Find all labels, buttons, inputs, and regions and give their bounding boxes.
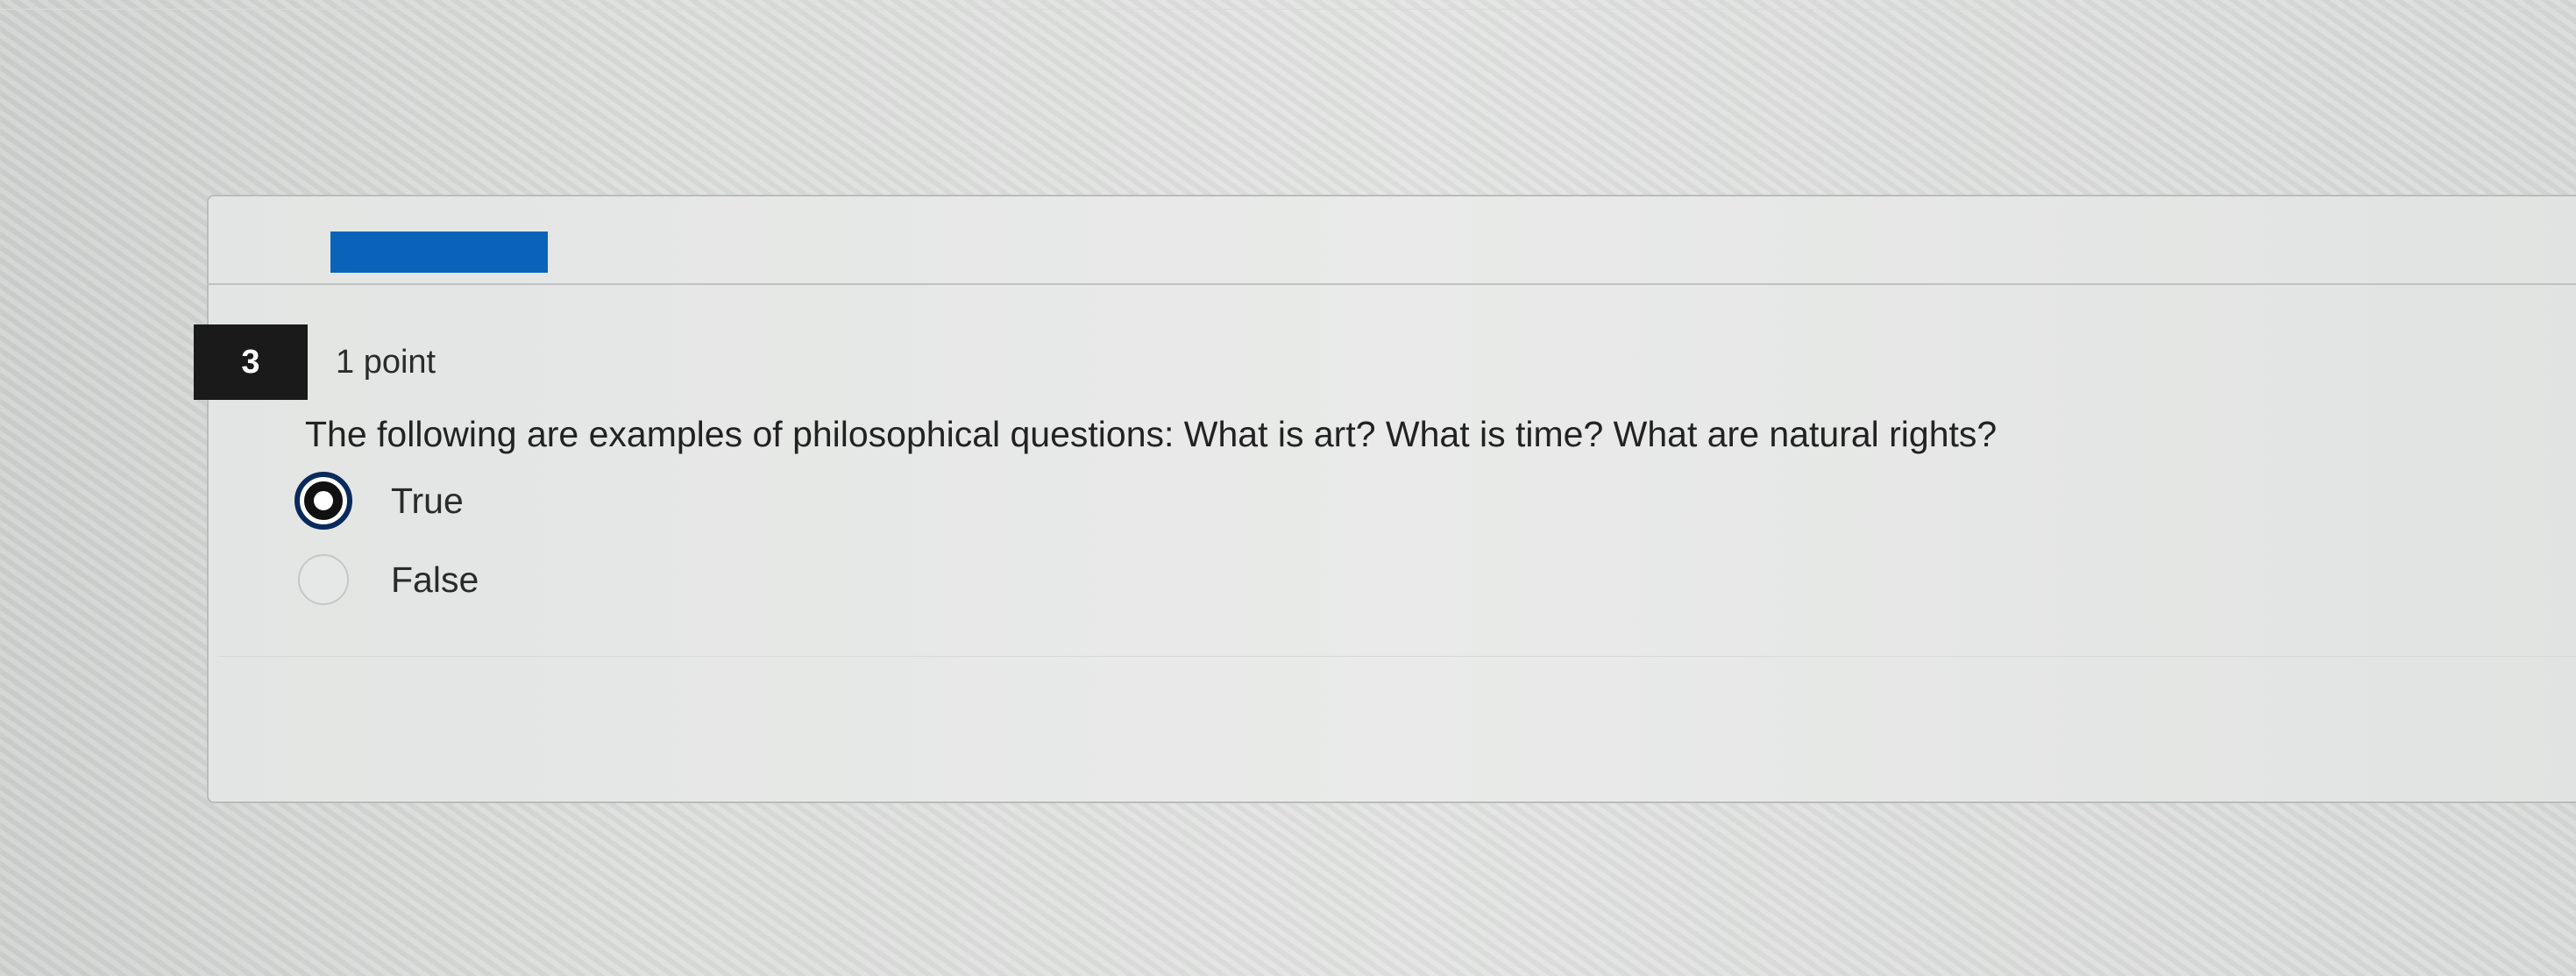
card-header-divider <box>207 283 2576 285</box>
question-text: The following are examples of philosophi… <box>305 414 1998 454</box>
card-footer-divider <box>219 656 2576 657</box>
question-number-badge: 3 <box>194 324 308 400</box>
question-points: 1 point <box>336 344 436 381</box>
option-false-label: False <box>391 559 479 600</box>
radio-true-selected[interactable] <box>295 472 352 530</box>
question-header-bar <box>330 232 548 273</box>
page-top-divider <box>0 9 2576 10</box>
radio-false-unselected[interactable] <box>298 554 349 605</box>
option-true[interactable]: True <box>295 472 464 530</box>
option-false[interactable]: False <box>295 554 479 605</box>
radio-selected-indicator-icon <box>304 481 343 520</box>
question-card <box>207 195 2576 803</box>
option-true-label: True <box>391 480 464 521</box>
question-number: 3 <box>241 343 260 381</box>
